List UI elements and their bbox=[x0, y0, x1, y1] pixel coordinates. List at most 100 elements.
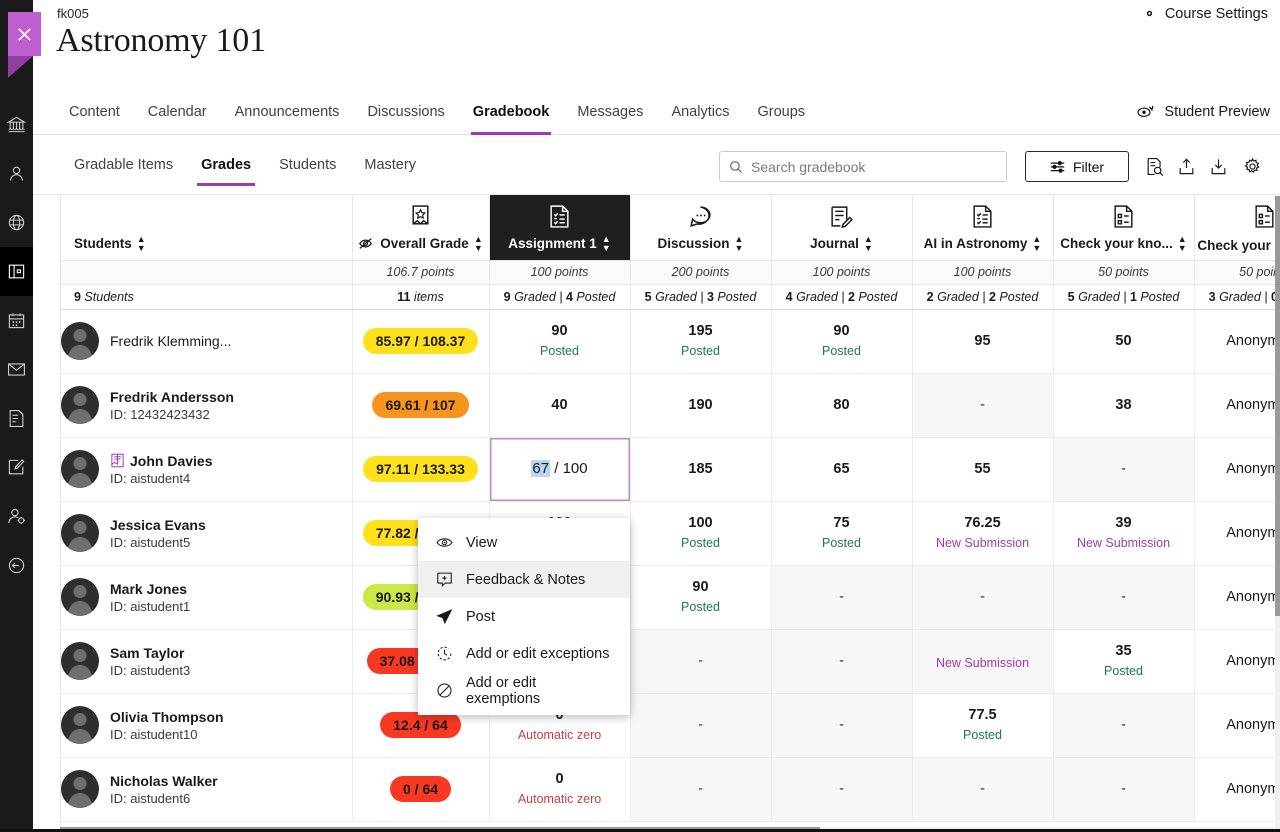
student-cell[interactable]: John Davies ID: aistudent4 bbox=[61, 437, 353, 502]
nav-item-discussions[interactable]: Discussions bbox=[353, 88, 458, 135]
sidebar-item-admin[interactable] bbox=[0, 492, 33, 541]
grade-cell[interactable]: Anonymous bbox=[1194, 437, 1275, 502]
nav-item-announcements[interactable]: Announcements bbox=[221, 88, 354, 135]
student-cell[interactable]: Mark Jones ID: aistudent1 bbox=[61, 565, 353, 630]
grade-cell[interactable]: - bbox=[771, 693, 913, 758]
nav-item-content[interactable]: Content bbox=[55, 88, 134, 135]
grade-cell[interactable]: 75 Posted bbox=[771, 501, 913, 566]
grade-cell[interactable]: 90 Posted bbox=[771, 309, 913, 374]
grade-cell[interactable]: 55 bbox=[912, 437, 1054, 502]
overall-grade-cell[interactable]: 69.61 / 107 bbox=[352, 373, 490, 438]
column-header-discussion[interactable]: Discussion ▲ ▼ bbox=[630, 195, 772, 261]
student-cell[interactable]: Sam Taylor ID: aistudent3 bbox=[61, 629, 353, 694]
sidebar-item-globe[interactable] bbox=[0, 198, 33, 247]
grade-cell[interactable]: - bbox=[1053, 757, 1195, 822]
tab-mastery[interactable]: Mastery bbox=[350, 135, 430, 195]
menu-item-add-or-edit-exceptions[interactable]: Add or edit exceptions bbox=[418, 635, 630, 672]
column-header-ai[interactable]: AI in Astronomy ▲ ▼ bbox=[912, 195, 1054, 261]
grade-cell[interactable]: - bbox=[630, 757, 772, 822]
student-cell[interactable]: Fredrik Andersson ID: 12432423432 bbox=[61, 373, 353, 438]
grade-cell[interactable]: - bbox=[630, 693, 772, 758]
grade-cell[interactable]: - bbox=[771, 565, 913, 630]
grade-cell[interactable]: 190 bbox=[630, 373, 772, 438]
student-note-icon[interactable] bbox=[110, 453, 125, 468]
sidebar-item-profile[interactable] bbox=[0, 149, 33, 198]
nav-item-messages[interactable]: Messages bbox=[563, 88, 657, 135]
grade-cell[interactable]: 185 bbox=[630, 437, 772, 502]
grade-cell[interactable]: - bbox=[1053, 437, 1195, 502]
course-settings-button[interactable]: Course Settings bbox=[1141, 5, 1268, 22]
overall-grade-cell[interactable]: 0 / 64 bbox=[352, 757, 490, 822]
nav-item-calendar[interactable]: Calendar bbox=[134, 88, 221, 135]
grade-cell[interactable]: 38 bbox=[1053, 373, 1195, 438]
grade-cell[interactable]: Anonymous bbox=[1194, 373, 1275, 438]
filter-button[interactable]: Filter bbox=[1025, 151, 1129, 182]
grade-cell[interactable]: 100 Posted bbox=[630, 501, 772, 566]
download-button[interactable] bbox=[1203, 151, 1233, 182]
student-cell[interactable]: Olivia Thompson ID: aistudent10 bbox=[61, 693, 353, 758]
column-header-check1[interactable]: Check your kno... ▲ ▼ bbox=[1053, 195, 1195, 261]
gradebook-grid[interactable]: Students ▲ ▼ Overall Grade ▲ ▼ Assignment 1 ▲ ▼ D… bbox=[60, 195, 1275, 832]
grade-input-value[interactable]: 67 bbox=[531, 460, 551, 477]
sidebar-item-courses[interactable] bbox=[0, 247, 33, 296]
grade-cell[interactable]: 90 Posted bbox=[489, 309, 631, 374]
grade-cell[interactable]: - bbox=[912, 757, 1054, 822]
grade-cell[interactable]: Anonymous bbox=[1194, 565, 1275, 630]
grade-cell[interactable]: 80 bbox=[771, 373, 913, 438]
sidebar-item-institution[interactable] bbox=[0, 100, 33, 149]
sidebar-item-messages[interactable] bbox=[0, 345, 33, 394]
grade-cell[interactable]: - bbox=[912, 373, 1054, 438]
tab-students[interactable]: Students bbox=[265, 135, 350, 195]
grade-cell[interactable]: Anonymous bbox=[1194, 629, 1275, 694]
search-gradebook-box[interactable] bbox=[719, 151, 1007, 182]
grade-cell[interactable]: Anonymous bbox=[1194, 693, 1275, 758]
grade-report-button[interactable] bbox=[1139, 151, 1169, 182]
student-cell[interactable]: Fredrik Klemming... bbox=[61, 309, 353, 374]
column-header-assignment1[interactable]: Assignment 1 ▲ ▼ bbox=[489, 195, 631, 261]
student-preview-button[interactable]: Student Preview bbox=[1135, 88, 1270, 135]
sidebar-item-grades[interactable] bbox=[0, 394, 33, 443]
sidebar-item-calendar[interactable] bbox=[0, 296, 33, 345]
gradebook-settings-button[interactable] bbox=[1237, 151, 1267, 182]
grade-cell[interactable]: - bbox=[1053, 693, 1195, 758]
grade-cell[interactable]: Anonymous bbox=[1194, 501, 1275, 566]
vertical-scrollbar[interactable] bbox=[1275, 196, 1280, 832]
search-input[interactable] bbox=[751, 158, 997, 175]
grade-cell[interactable]: 39 New Submission bbox=[1053, 501, 1195, 566]
column-header-check2[interactable]: Check your knowle... bbox=[1194, 195, 1275, 261]
column-header-journal[interactable]: Journal ▲ ▼ bbox=[771, 195, 913, 261]
grade-cell[interactable]: 40 bbox=[489, 373, 631, 438]
vertical-scrollbar-thumb[interactable] bbox=[1275, 196, 1280, 616]
grade-cell[interactable]: 195 Posted bbox=[630, 309, 772, 374]
column-header-overall[interactable]: Overall Grade ▲ ▼ bbox=[352, 195, 490, 261]
tab-gradable-items[interactable]: Gradable Items bbox=[60, 135, 187, 195]
grade-cell[interactable]: 90 Posted bbox=[630, 565, 772, 630]
sidebar-item-signout[interactable] bbox=[0, 541, 33, 590]
grade-cell[interactable]: - bbox=[771, 629, 913, 694]
grade-cell-editing[interactable]: 67 / 100 bbox=[489, 437, 631, 502]
sidebar-item-tools[interactable] bbox=[0, 443, 33, 492]
upload-button[interactable] bbox=[1171, 151, 1201, 182]
tab-grades[interactable]: Grades bbox=[187, 135, 265, 195]
grade-cell[interactable]: New Submission bbox=[912, 629, 1054, 694]
column-header-students[interactable]: Students ▲ ▼ bbox=[61, 195, 353, 261]
menu-item-feedback-notes[interactable]: Feedback & Notes bbox=[418, 561, 630, 598]
overall-grade-cell[interactable]: 97.11 / 133.33 bbox=[352, 437, 490, 502]
grade-cell[interactable]: - bbox=[630, 629, 772, 694]
grade-cell[interactable]: 50 bbox=[1053, 309, 1195, 374]
nav-item-gradebook[interactable]: Gradebook bbox=[459, 88, 564, 135]
grade-cell[interactable]: - bbox=[771, 757, 913, 822]
grade-cell[interactable]: 95 bbox=[912, 309, 1054, 374]
close-course-button[interactable] bbox=[8, 12, 41, 56]
cell-context-menu[interactable]: View Feedback & Notes Post Add or edit exce… bbox=[418, 518, 630, 715]
grade-cell[interactable]: 76.25 New Submission bbox=[912, 501, 1054, 566]
grade-cell[interactable]: - bbox=[912, 565, 1054, 630]
menu-item-view[interactable]: View bbox=[418, 524, 630, 561]
grade-cell[interactable]: 77.5 Posted bbox=[912, 693, 1054, 758]
menu-item-add-or-edit-exemptions[interactable]: Add or edit exemptions bbox=[418, 672, 630, 709]
grade-cell[interactable]: 35 Posted bbox=[1053, 629, 1195, 694]
overall-grade-cell[interactable]: 85.97 / 108.37 bbox=[352, 309, 490, 374]
grade-cell[interactable]: Anonymous bbox=[1194, 309, 1275, 374]
nav-item-groups[interactable]: Groups bbox=[743, 88, 819, 135]
student-cell[interactable]: Jessica Evans ID: aistudent5 bbox=[61, 501, 353, 566]
